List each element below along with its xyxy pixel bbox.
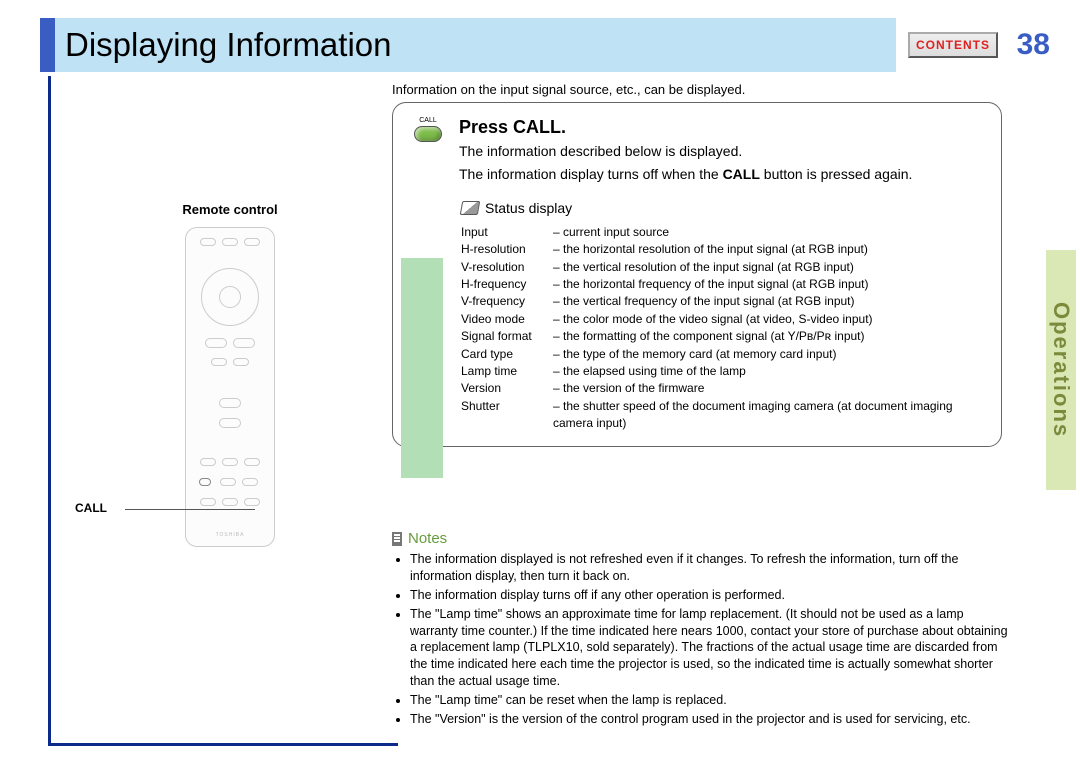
status-key: V-frequency — [461, 293, 553, 310]
status-row: Input– current input source — [461, 224, 989, 241]
status-value: – the elapsed using time of the lamp — [553, 363, 989, 380]
note-item: The information display turns off if any… — [410, 587, 1012, 604]
note-item: The "Lamp time" shows an approximate tim… — [410, 606, 1012, 690]
page-title: Displaying Information — [65, 26, 392, 64]
status-key: Card type — [461, 346, 553, 363]
status-value: – the version of the firmware — [553, 380, 989, 397]
status-key: Version — [461, 380, 553, 397]
instruction-panel: CALL Press CALL. The information describ… — [392, 102, 1002, 447]
section-tab-label: Operations — [1048, 302, 1074, 438]
status-key: Input — [461, 224, 553, 241]
status-row: V-frequency– the vertical frequency of t… — [461, 293, 989, 310]
notes-list: The information displayed is not refresh… — [410, 551, 1012, 728]
panel-desc-1: The information described below is displ… — [459, 142, 989, 161]
section-tab-operations: Operations — [1046, 250, 1076, 490]
title-box: Displaying Information — [55, 18, 896, 72]
header-accent-bar — [40, 18, 55, 72]
remote-control-label: Remote control — [80, 202, 380, 217]
status-value: – the formatting of the component signal… — [553, 328, 989, 345]
status-row: Signal format– the formatting of the com… — [461, 328, 989, 345]
status-value: – the vertical frequency of the input si… — [553, 293, 989, 310]
remote-body: TOSHIBA — [185, 227, 275, 547]
status-value: – the vertical resolution of the input s… — [553, 259, 989, 276]
panel-accent — [401, 258, 443, 478]
notes-heading: Notes — [408, 530, 447, 547]
status-key: V-resolution — [461, 259, 553, 276]
notes-heading-row: Notes — [392, 530, 1012, 547]
status-row: Lamp time– the elapsed using time of the… — [461, 363, 989, 380]
contents-button[interactable]: CONTENTS — [908, 32, 998, 58]
status-value: – the color mode of the video signal (at… — [553, 311, 989, 328]
status-table: Input– current input sourceH-resolution–… — [461, 224, 989, 433]
status-display-label: Status display — [485, 200, 572, 216]
note-item: The "Version" is the version of the cont… — [410, 711, 1012, 728]
status-key: Video mode — [461, 311, 553, 328]
status-key: H-frequency — [461, 276, 553, 293]
status-row: H-resolution– the horizontal resolution … — [461, 241, 989, 258]
status-row: Version– the version of the firmware — [461, 380, 989, 397]
call-icon — [414, 126, 442, 142]
status-value: – the type of the memory card (at memory… — [553, 346, 989, 363]
status-key: Lamp time — [461, 363, 553, 380]
status-display-row: Status display — [461, 200, 989, 216]
status-row: Video mode– the color mode of the video … — [461, 311, 989, 328]
status-key: Shutter — [461, 398, 553, 433]
content-area: Information on the input signal source, … — [60, 82, 1040, 754]
left-column: Remote control TOSHIBA CALL — [80, 202, 380, 552]
intro-text: Information on the input signal source, … — [392, 82, 745, 97]
callout-line — [125, 509, 255, 510]
status-key: Signal format — [461, 328, 553, 345]
dpad-icon — [201, 268, 259, 326]
status-row: H-frequency– the horizontal frequency of… — [461, 276, 989, 293]
note-item: The "Lamp time" can be reset when the la… — [410, 692, 1012, 709]
panel-heading: Press CALL. — [459, 117, 989, 138]
call-button-icon — [199, 478, 211, 486]
status-value: – the horizontal frequency of the input … — [553, 276, 989, 293]
note-item: The information displayed is not refresh… — [410, 551, 1012, 585]
page-header: Displaying Information CONTENTS 38 — [40, 18, 1050, 72]
call-icon-label: CALL — [419, 117, 437, 124]
panel-desc-2: The information display turns off when t… — [459, 165, 989, 184]
status-value: – the horizontal resolution of the input… — [553, 241, 989, 258]
screen-icon — [460, 201, 480, 215]
status-row: Shutter– the shutter speed of the docume… — [461, 398, 989, 433]
status-row: V-resolution– the vertical resolution of… — [461, 259, 989, 276]
status-key: H-resolution — [461, 241, 553, 258]
page-number: 38 — [1010, 28, 1050, 62]
status-value: – current input source — [553, 224, 989, 241]
status-row: Card type– the type of the memory card (… — [461, 346, 989, 363]
notes-section: Notes The information displayed is not r… — [392, 512, 1012, 730]
status-value: – the shutter speed of the document imag… — [553, 398, 989, 433]
call-callout-label: CALL — [75, 501, 107, 515]
remote-logo: TOSHIBA — [216, 532, 245, 538]
remote-control-figure: TOSHIBA CALL — [185, 217, 275, 547]
notes-icon — [392, 532, 402, 546]
call-button-graphic: CALL — [405, 117, 451, 142]
